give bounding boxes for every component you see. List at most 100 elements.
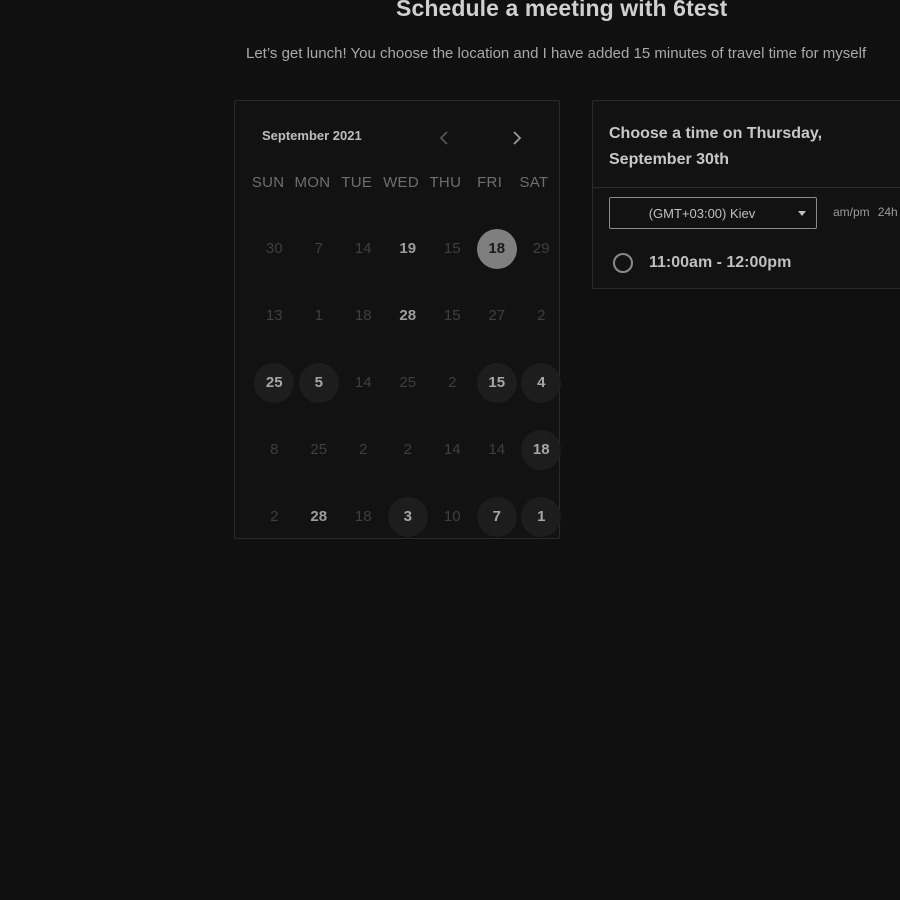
calendar-month-label: September 2021 xyxy=(262,128,362,143)
calendar-day[interactable]: 5 xyxy=(297,349,342,416)
calendar-day: 27 xyxy=(475,282,520,349)
calendar-day-number: 14 xyxy=(443,441,461,458)
time-selection-panel: Choose a time on Thursday, September 30t… xyxy=(592,100,900,289)
calendar-day[interactable]: 1 xyxy=(519,483,564,550)
calendar-day-number: 14 xyxy=(354,374,372,391)
calendar-day[interactable]: 7 xyxy=(475,483,520,550)
calendar-day[interactable]: 4 xyxy=(519,349,564,416)
calendar-day-number: 7 xyxy=(314,240,323,257)
calendar-day: 18 xyxy=(341,282,386,349)
caret-down-icon xyxy=(788,210,816,216)
calendar-day[interactable]: 18 xyxy=(519,416,564,483)
page-title: Schedule a meeting with 6test xyxy=(396,0,728,21)
weekday-label: MON xyxy=(294,174,331,191)
calendar-day: 8 xyxy=(252,416,297,483)
calendar-day: 29 xyxy=(519,215,564,282)
weekday-label: THU xyxy=(429,174,462,191)
calendar-day: 7 xyxy=(297,215,342,282)
calendar-day: 2 xyxy=(386,416,431,483)
timezone-select[interactable]: (GMT+03:00) Kiev xyxy=(609,197,817,229)
calendar-day: 10 xyxy=(430,483,475,550)
calendar-day-number: 13 xyxy=(265,307,283,324)
calendar-day-number: 28 xyxy=(399,307,417,324)
weekday-label: SAT xyxy=(519,174,549,191)
time-slot-option[interactable]: 11:00am - 12:00pm xyxy=(613,250,791,276)
calendar: September 2021 SUN MON TUE WED THU FRI S… xyxy=(234,100,562,539)
calendar-day-number: 2 xyxy=(270,508,279,525)
calendar-day: 13 xyxy=(252,282,297,349)
calendar-day-number: 25 xyxy=(310,441,328,458)
chevron-right-icon xyxy=(513,131,522,145)
calendar-day-number: 2 xyxy=(403,441,412,458)
calendar-day: 18 xyxy=(341,483,386,550)
weekday-label: WED xyxy=(383,174,419,191)
calendar-day-number: 29 xyxy=(532,240,550,257)
calendar-day-number: 2 xyxy=(448,374,457,391)
time-slot-label: 11:00am - 12:00pm xyxy=(649,254,792,271)
calendar-day-number: 7 xyxy=(476,496,517,537)
calendar-day: 2 xyxy=(341,416,386,483)
calendar-day[interactable]: 18 xyxy=(475,215,520,282)
calendar-day: 2 xyxy=(430,349,475,416)
calendar-day: 14 xyxy=(430,416,475,483)
format-ampm-option[interactable]: am/pm xyxy=(833,205,870,219)
calendar-day-number: 8 xyxy=(270,441,279,458)
calendar-day-number: 18 xyxy=(521,429,562,470)
previous-month-button[interactable] xyxy=(433,125,455,151)
calendar-day: 14 xyxy=(341,349,386,416)
weekday-label: SUN xyxy=(251,174,285,191)
calendar-day-number: 15 xyxy=(476,362,517,403)
weekday-label: FRI xyxy=(477,174,503,191)
calendar-day-number: 18 xyxy=(354,307,372,324)
calendar-day-number: 30 xyxy=(265,240,283,257)
calendar-day: 19 xyxy=(386,215,431,282)
calendar-day-number: 2 xyxy=(537,307,546,324)
calendar-day-number: 5 xyxy=(298,362,339,403)
calendar-days-grid: 30 7 14 19 15 18 29 13 1 18 28 15 27 2 25 5 14 25 2 15 4 8 25 2… xyxy=(252,215,562,550)
calendar-day: 30 xyxy=(252,215,297,282)
calendar-day[interactable]: 25 xyxy=(252,349,297,416)
calendar-day: 28 xyxy=(297,483,342,550)
calendar-day-number: 25 xyxy=(399,374,417,391)
calendar-day-number: 28 xyxy=(310,508,328,525)
calendar-day-number: 3 xyxy=(387,496,428,537)
calendar-day[interactable]: 15 xyxy=(475,349,520,416)
scheduling-page: Schedule a meeting with 6test Let’s get … xyxy=(0,0,900,900)
radio-button[interactable] xyxy=(613,253,633,273)
next-month-button[interactable] xyxy=(506,125,528,151)
calendar-day-number: 18 xyxy=(354,508,372,525)
calendar-day: 25 xyxy=(297,416,342,483)
calendar-day-number: 14 xyxy=(354,240,372,257)
calendar-day-number: 1 xyxy=(314,307,323,324)
time-panel-heading: Choose a time on Thursday, September 30t… xyxy=(609,125,823,168)
chevron-left-icon xyxy=(439,131,448,145)
calendar-day: 2 xyxy=(519,282,564,349)
page-description: Let’s get lunch! You choose the location… xyxy=(246,45,867,62)
calendar-day: 15 xyxy=(430,215,475,282)
divider xyxy=(593,187,900,188)
calendar-day-number: 4 xyxy=(521,362,562,403)
calendar-day-number: 18 xyxy=(476,228,517,269)
calendar-day-number: 15 xyxy=(443,240,461,257)
calendar-day: 28 xyxy=(386,282,431,349)
calendar-day-number: 10 xyxy=(443,508,461,525)
calendar-day: 25 xyxy=(386,349,431,416)
weekday-label: TUE xyxy=(341,174,373,191)
calendar-day: 1 xyxy=(297,282,342,349)
calendar-day-number: 27 xyxy=(488,307,506,324)
calendar-day[interactable]: 3 xyxy=(386,483,431,550)
calendar-day: 14 xyxy=(341,215,386,282)
timezone-select-value: (GMT+03:00) Kiev xyxy=(648,205,756,221)
calendar-day-number: 2 xyxy=(359,441,368,458)
calendar-day-number: 25 xyxy=(254,362,295,403)
calendar-day-number: 15 xyxy=(443,307,461,324)
time-format-toggle: am/pm 24h xyxy=(833,205,898,219)
calendar-day: 14 xyxy=(475,416,520,483)
calendar-day: 2 xyxy=(252,483,297,550)
calendar-day: 15 xyxy=(430,282,475,349)
weekday-header: SUN MON TUE WED THU FRI SAT xyxy=(246,174,556,191)
calendar-day-number: 1 xyxy=(521,496,562,537)
calendar-day-number: 14 xyxy=(488,441,506,458)
calendar-day-number: 19 xyxy=(399,240,417,257)
format-24h-option[interactable]: 24h xyxy=(878,205,898,219)
